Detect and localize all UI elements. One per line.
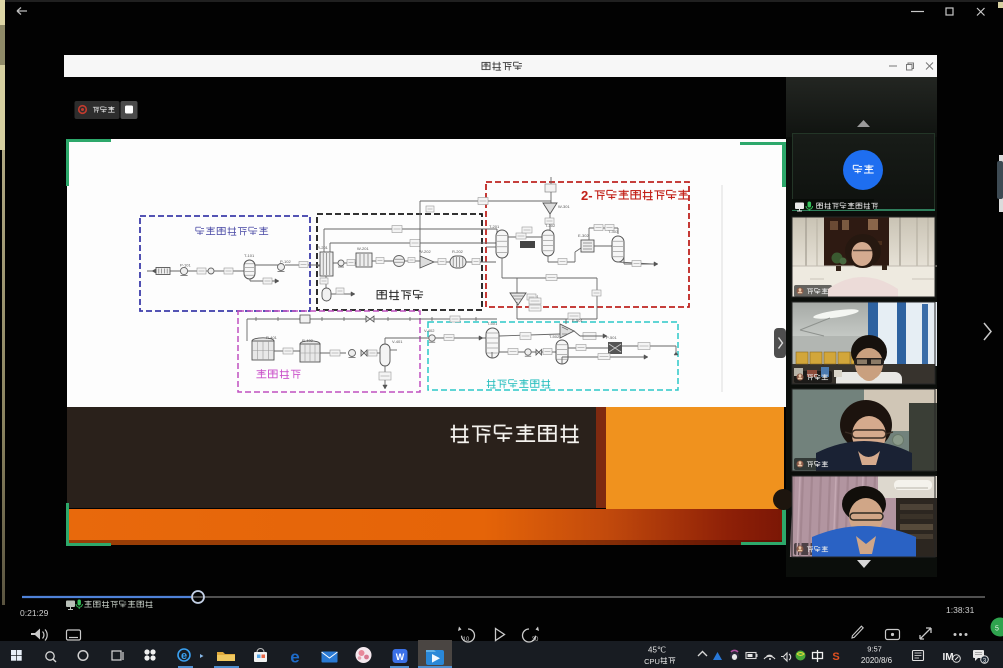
svg-text:R-401: R-401 (266, 335, 278, 340)
svg-text:1:38:31: 1:38:31 (946, 605, 975, 615)
svg-text:30: 30 (532, 637, 539, 643)
svg-text:E-501: E-501 (572, 318, 583, 323)
svg-text:W: W (396, 652, 405, 662)
svg-text:5: 5 (995, 626, 999, 633)
svg-text:E-302: E-302 (578, 233, 589, 238)
svg-text:P-102: P-102 (280, 259, 291, 264)
svg-text:e: e (290, 648, 299, 667)
svg-text:S: S (832, 651, 839, 663)
svg-text:W-201: W-201 (357, 246, 369, 251)
svg-text:2-: 2- (581, 188, 593, 203)
svg-text:0:21:29: 0:21:29 (20, 608, 49, 618)
svg-text:P-501: P-501 (606, 335, 617, 340)
svg-text:T-201: T-201 (489, 224, 500, 229)
svg-text:T-502: T-502 (549, 334, 560, 339)
svg-text:9:57: 9:57 (867, 645, 882, 654)
svg-text:T-501: T-501 (487, 321, 498, 326)
svg-text:CPU: CPU (644, 657, 660, 666)
svg-text:W-301: W-301 (558, 204, 570, 209)
svg-text:T-302: T-302 (545, 223, 556, 228)
svg-text:V-401: V-401 (392, 339, 403, 344)
svg-text:V-402: V-402 (424, 328, 435, 333)
svg-text:2020/8/6: 2020/8/6 (861, 656, 893, 665)
svg-text:P-101: P-101 (180, 263, 191, 268)
svg-text:IM: IM (942, 652, 953, 663)
svg-text:R-201: R-201 (317, 245, 329, 250)
svg-text:R-402: R-402 (302, 338, 314, 343)
svg-text:T-101: T-101 (244, 253, 255, 258)
svg-text:R-202: R-202 (452, 249, 464, 254)
svg-text:45℃: 45℃ (648, 646, 666, 655)
svg-text:10: 10 (463, 637, 470, 643)
svg-text:W-202: W-202 (419, 249, 431, 254)
svg-text:e: e (181, 650, 187, 662)
